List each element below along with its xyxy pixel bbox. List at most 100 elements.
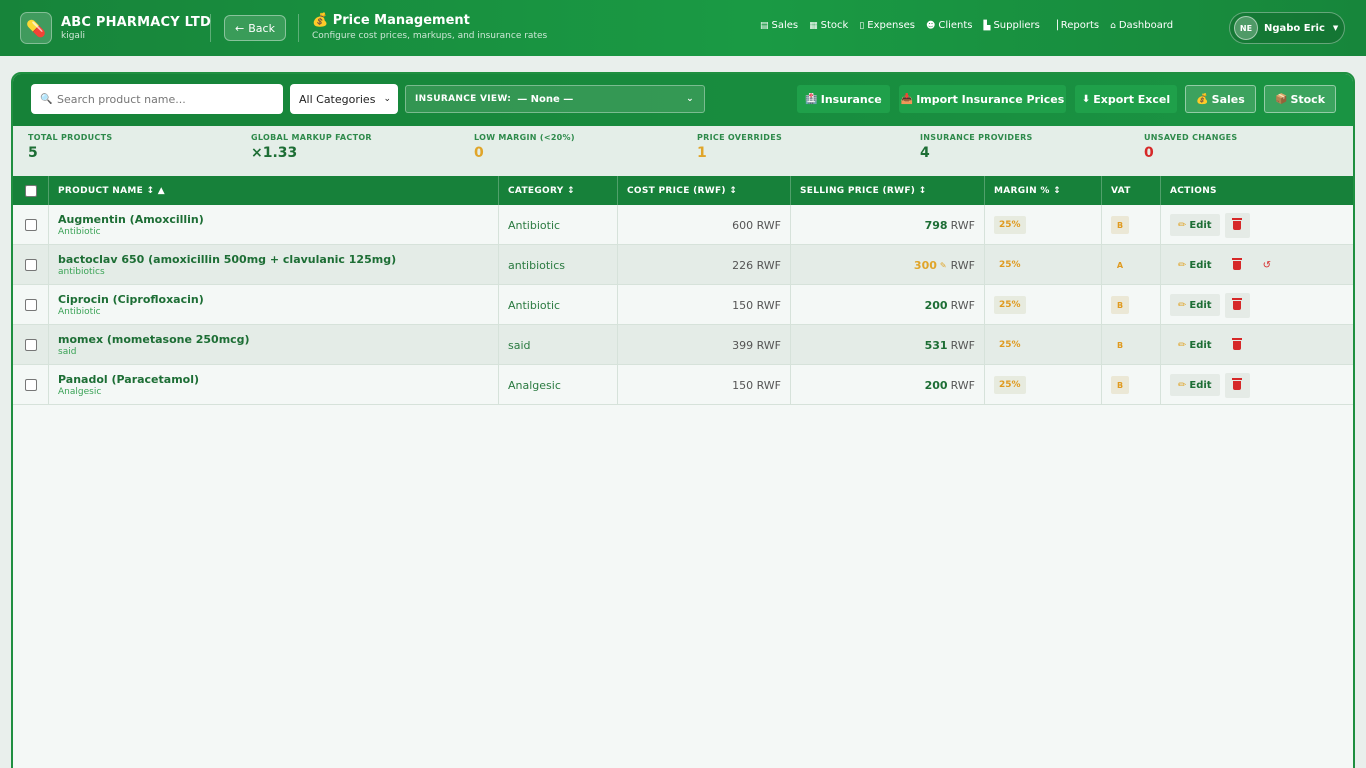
edit-button[interactable]: ✏ Edit xyxy=(1170,214,1220,236)
selling-price-value: 531 xyxy=(924,338,948,352)
inbox-icon: 📥 xyxy=(900,93,914,105)
back-label: Back xyxy=(248,21,275,35)
insurance-view-select[interactable]: INSURANCE VIEW: — None — ⌄ xyxy=(405,85,705,113)
edit-button[interactable]: ✏ Edit xyxy=(1170,334,1220,356)
edit-button[interactable]: ✏ Edit xyxy=(1170,374,1220,396)
delete-button[interactable] xyxy=(1225,253,1250,278)
row-checkbox[interactable] xyxy=(24,259,37,271)
row-checkbox[interactable] xyxy=(24,379,37,391)
vat-badge: B xyxy=(1116,340,1124,350)
trash-icon xyxy=(1232,297,1243,310)
row-checkbox[interactable] xyxy=(24,339,37,351)
sales-button[interactable]: 💰 Sales xyxy=(1185,85,1256,113)
col-product-name[interactable]: PRODUCT NAME ↕ ▲ xyxy=(49,176,499,205)
search-icon: 🔍 xyxy=(40,94,53,105)
industry-icon: ▙ xyxy=(983,20,991,31)
edit-button[interactable]: ✏ Edit xyxy=(1170,294,1220,316)
selling-price-cell[interactable]: 531 ✎ RWF xyxy=(791,325,985,365)
product-name: Panadol (Paracetamol) xyxy=(58,373,200,386)
edit-button[interactable]: ✏ Edit xyxy=(1170,254,1220,276)
col-cost-price[interactable]: COST PRICE (RWF) ↕ xyxy=(618,176,791,205)
table-row: momex (mometasone 250mcg) said said 399 … xyxy=(13,325,1353,365)
export-excel-button[interactable]: ⬇ Export Excel xyxy=(1075,85,1177,113)
col-actions: ACTIONS xyxy=(1170,185,1217,196)
col-category[interactable]: CATEGORY ↕ xyxy=(499,176,618,205)
selling-price-cell[interactable]: 300 ✎ RWF xyxy=(791,245,985,285)
insurance-button[interactable]: 🏥 Insurance xyxy=(797,85,890,113)
col-margin[interactable]: MARGIN % ↕ xyxy=(985,176,1102,205)
money-bag-icon: 💰 xyxy=(1196,93,1209,105)
cost-price-cell[interactable]: 399 RWF xyxy=(618,325,791,365)
stat-global-markup: GLOBAL MARKUP FACTOR ×1.33 xyxy=(251,133,372,161)
margin-cell: 25% xyxy=(985,285,1102,325)
trash-icon xyxy=(1232,377,1243,390)
brand-location: kigali xyxy=(61,31,85,41)
import-insurance-prices-button[interactable]: 📥 Import Insurance Prices xyxy=(899,85,1066,113)
nav-reports[interactable]: ▕ Reports xyxy=(1051,20,1099,31)
vat-badge: B xyxy=(1111,296,1129,314)
table-row: Ciprocin (Ciprofloxacin) Antibiotic Anti… xyxy=(13,285,1353,325)
product-cell: Ciprocin (Ciprofloxacin) Antibiotic xyxy=(49,285,499,325)
receipt-icon: ▤ xyxy=(760,20,769,31)
chevron-down-icon: ⌄ xyxy=(686,94,694,104)
category-cell: Analgesic xyxy=(499,365,618,405)
cost-price-cell[interactable]: 150 RWF xyxy=(618,365,791,405)
page-title: 💰 Price Management xyxy=(312,13,470,28)
delete-button[interactable] xyxy=(1224,372,1250,398)
col-selling-price[interactable]: SELLING PRICE (RWF) ↕ xyxy=(791,176,985,205)
selling-price-cell[interactable]: 200 ✎ RWF xyxy=(791,285,985,325)
caret-down-icon: ▼ xyxy=(1332,24,1339,32)
stock-button[interactable]: 📦 Stock xyxy=(1264,85,1336,113)
row-checkbox[interactable] xyxy=(24,299,37,311)
override-pencil-icon: ✎ xyxy=(939,260,947,270)
nav-stock[interactable]: ▦ Stock xyxy=(809,20,848,31)
back-button[interactable]: ← Back xyxy=(224,15,286,41)
pencil-icon: ✏ xyxy=(1178,339,1187,351)
nav-dashboard[interactable]: ⌂ Dashboard xyxy=(1110,20,1173,31)
arrow-left-icon: ← xyxy=(235,21,245,35)
row-select-cell xyxy=(13,285,49,325)
margin-badge: 25% xyxy=(999,340,1021,350)
selling-price-cell[interactable]: 798 ✎ RWF xyxy=(791,205,985,245)
selling-price-cell[interactable]: 200 ✎ RWF xyxy=(791,365,985,405)
price-management-panel: Search product name... 🔍 All Categories … xyxy=(11,72,1355,768)
stat-price-overrides: PRICE OVERRIDES 1 xyxy=(697,133,783,161)
search-input[interactable]: Search product name... xyxy=(31,84,283,114)
table-header: PRODUCT NAME ↕ ▲ CATEGORY ↕ COST PRICE (… xyxy=(13,176,1353,205)
pencil-icon: ✏ xyxy=(1178,259,1187,271)
cost-price-cell[interactable]: 600 RWF xyxy=(618,205,791,245)
divider xyxy=(210,14,211,42)
currency-label: RWF xyxy=(950,218,975,232)
margin-cell: 25% xyxy=(985,365,1102,405)
selling-price-value: 200 xyxy=(924,298,948,312)
user-menu[interactable]: NE Ngabo Eric ▼ xyxy=(1229,12,1345,44)
cost-price-cell[interactable]: 226 RWF xyxy=(618,245,791,285)
stat-unsaved-changes: UNSAVED CHANGES 0 xyxy=(1144,133,1238,161)
margin-cell: 25% xyxy=(985,325,1102,365)
top-header: 💊 ABC PHARMACY LTD kigali ← Back 💰 Price… xyxy=(0,0,1366,56)
delete-button[interactable] xyxy=(1224,212,1250,238)
stat-low-margin: LOW MARGIN (<20%) 0 xyxy=(474,133,575,161)
delete-button[interactable] xyxy=(1225,333,1250,358)
row-select-cell xyxy=(13,325,49,365)
row-select-cell xyxy=(13,205,49,245)
delete-button[interactable] xyxy=(1224,292,1250,318)
select-all-checkbox[interactable] xyxy=(24,184,37,197)
nav-suppliers[interactable]: ▙ Suppliers xyxy=(984,20,1040,31)
stats-bar: TOTAL PRODUCTS 5 GLOBAL MARKUP FACTOR ×1… xyxy=(13,126,1353,176)
nav-clients[interactable]: ☻ Clients xyxy=(926,20,973,31)
select-all-cell xyxy=(13,176,49,205)
product-cell: Augmentin (Amoxcillin) Antibiotic xyxy=(49,205,499,245)
row-select-cell xyxy=(13,245,49,285)
cost-price-cell[interactable]: 150 RWF xyxy=(618,285,791,325)
row-checkbox[interactable] xyxy=(24,219,37,231)
nav-expenses[interactable]: ▯ Expenses xyxy=(859,20,915,31)
boxes-icon: ▦ xyxy=(809,20,818,31)
actions-cell: ✏ Edit ↺ xyxy=(1161,245,1353,285)
vat-cell: B xyxy=(1102,205,1161,245)
category-select[interactable]: All Categories ⌄ xyxy=(290,84,398,114)
money-bag-icon: 💰 xyxy=(312,13,329,28)
pill-logo-icon: 💊 xyxy=(20,12,52,44)
reset-override-icon[interactable]: ↺ xyxy=(1263,260,1271,271)
nav-sales[interactable]: ▤ Sales xyxy=(760,20,798,31)
